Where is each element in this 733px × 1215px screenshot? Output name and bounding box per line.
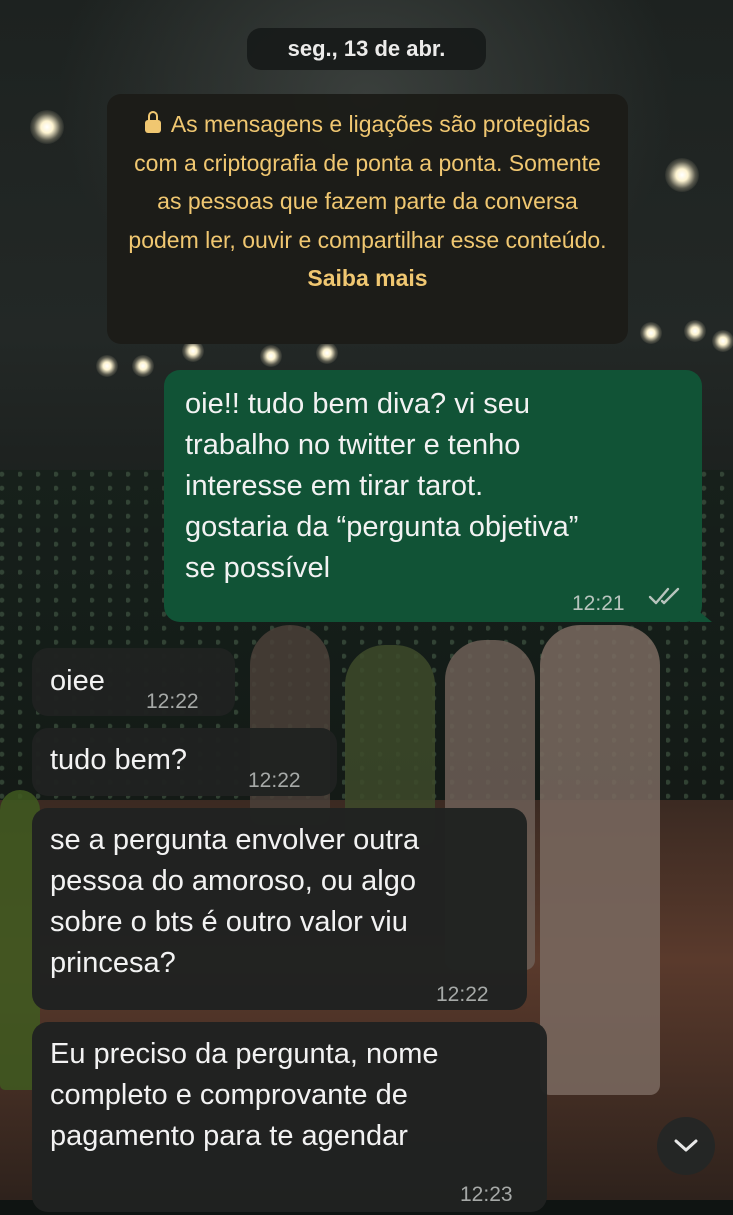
chevron-down-icon [674, 1139, 698, 1152]
message-text: se a pergunta envolver outra pessoa do a… [50, 824, 420, 979]
scroll-to-bottom-button[interactable] [657, 1117, 715, 1175]
double-check-icon [648, 587, 680, 605]
incoming-message[interactable]: oiee 12:22 [32, 648, 235, 716]
lock-icon [144, 111, 161, 133]
incoming-message[interactable]: tudo bem? 12:22 [32, 728, 337, 796]
incoming-message[interactable]: Eu preciso da pergunta, nome completo e … [32, 1022, 547, 1212]
message-time: 12:22 [436, 983, 489, 1006]
message-text: Eu preciso da pergunta, nome completo e … [50, 1038, 439, 1152]
date-label: seg., 13 de abr. [287, 36, 446, 61]
message-time: 12:23 [460, 1183, 513, 1206]
encryption-notice-text: As mensagens e ligações são protegidas c… [128, 111, 607, 253]
bubble-tail [690, 604, 712, 622]
incoming-message[interactable]: se a pergunta envolver outra pessoa do a… [32, 808, 527, 1010]
date-divider: seg., 13 de abr. [247, 28, 486, 70]
message-time: 12:22 [248, 769, 301, 792]
learn-more-link[interactable]: Saiba mais [307, 265, 427, 291]
encryption-notice[interactable]: As mensagens e ligações são protegidas c… [107, 94, 628, 344]
outgoing-message[interactable]: oie!! tudo bem diva? vi seu trabalho no … [164, 370, 712, 622]
message-time: 12:22 [146, 690, 199, 713]
message-time: 12:21 [572, 592, 625, 615]
message-text: oie!! tudo bem diva? vi seu trabalho no … [185, 388, 579, 584]
